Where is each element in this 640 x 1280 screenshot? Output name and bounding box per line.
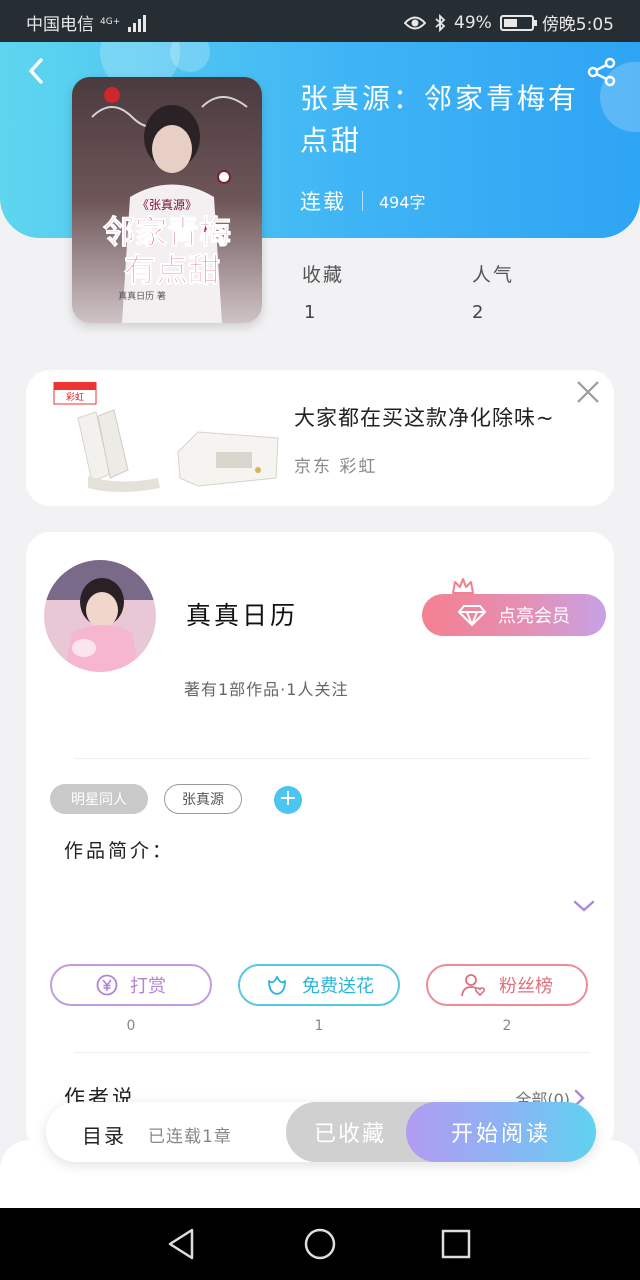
flower-count: 1 [314, 1018, 324, 1034]
signal-icon [128, 14, 147, 32]
eye-icon [404, 16, 427, 29]
fans-label: 粉丝榜 [499, 976, 553, 997]
nav-recents-icon[interactable] [438, 1226, 474, 1262]
clock: 傍晚5:05 [541, 15, 614, 35]
tag-character[interactable]: 张真源 [164, 784, 242, 814]
status-bar: 中国电信 4G+ 49% 傍晚5:05 [0, 0, 640, 42]
back-button[interactable] [22, 56, 52, 86]
fans-count: 2 [502, 1018, 512, 1034]
toc-button[interactable]: 目录 [82, 1120, 126, 1149]
divider [74, 1052, 590, 1053]
author-name[interactable]: 真真日历 [186, 596, 298, 632]
network-type: 4G+ [100, 17, 121, 27]
status-divider [362, 191, 363, 211]
ad-close-button[interactable] [574, 378, 602, 406]
word-count: 494字 [379, 193, 426, 212]
flower-label: 免费送花 [302, 976, 374, 997]
author-meta: 著有1部作品·1人关注 [184, 680, 349, 699]
ad-source: 京东 彩虹 [294, 457, 378, 477]
popularity-count: 2 [472, 302, 484, 323]
ad-title: 大家都在买这款净化除味~ [294, 406, 555, 430]
book-status-row: 连载 494字 [300, 186, 426, 216]
reward-label: 打赏 [130, 976, 166, 997]
battery-percent: 49% [454, 12, 492, 33]
chapter-status: 已连载1章 [148, 1127, 232, 1147]
serial-status: 连载 [300, 190, 346, 214]
system-nav-bar [0, 1208, 640, 1280]
ad-brand-logo: 彩虹 [66, 392, 84, 403]
book-detail-card: 真真日历 点亮会员 著有1部作品·1人关注 明星同人 张真源 + 作品简介： 打… [26, 532, 614, 1152]
bottom-action-bar: 目录 已连载1章 已收藏 开始阅读 [46, 1102, 596, 1162]
avatar-image [44, 560, 156, 672]
nav-home-icon[interactable] [302, 1226, 338, 1262]
nav-back-icon[interactable] [164, 1226, 200, 1262]
cover-author: 真真日历 著 [118, 290, 166, 302]
author-avatar[interactable] [44, 560, 156, 672]
flower-icon [268, 976, 286, 995]
cover-title-line2: 有点甜 [124, 251, 220, 289]
collect-label: 收藏 [302, 264, 345, 286]
crown-icon [452, 578, 474, 594]
yuan-coin-icon [96, 974, 118, 996]
intro-label: 作品简介： [64, 840, 175, 862]
divider [74, 758, 590, 759]
expand-intro-chevron-icon[interactable] [572, 894, 596, 918]
cover-art: 《张真源》 邻家青梅 有点甜 真真日历 著 [72, 77, 262, 323]
popularity-label: 人气 [472, 264, 515, 286]
reward-button[interactable]: 打赏 [50, 964, 212, 1006]
tag-category[interactable]: 明星同人 [50, 784, 148, 814]
ad-card[interactable]: 彩虹 大家都在买这款净化除味~ 京东 彩虹 [26, 370, 614, 506]
start-reading-button[interactable]: 开始阅读 [406, 1102, 596, 1162]
cover-series: 《张真源》 [137, 198, 197, 212]
carrier-label: 中国电信 [26, 15, 94, 35]
ad-product-image: 彩虹 [53, 382, 279, 492]
book-title: 张真源：邻家青梅有点甜 [300, 82, 580, 157]
collect-count: 1 [304, 302, 316, 323]
activate-vip-button[interactable]: 点亮会员 [422, 594, 606, 636]
diamond-icon [458, 605, 486, 626]
cover-title-line1: 邻家青梅 [103, 213, 231, 251]
fans-ranking-button[interactable]: 粉丝榜 [426, 964, 588, 1006]
book-cover[interactable]: 《张真源》 邻家青梅 有点甜 真真日历 著 [72, 77, 262, 323]
bluetooth-icon [435, 13, 446, 32]
user-heart-icon [461, 974, 486, 997]
reward-count: 0 [126, 1018, 136, 1034]
add-tag-button[interactable]: + [274, 786, 302, 814]
send-flower-button[interactable]: 免费送花 [238, 964, 400, 1006]
battery-icon [499, 14, 537, 31]
vip-button-label: 点亮会员 [498, 606, 570, 627]
